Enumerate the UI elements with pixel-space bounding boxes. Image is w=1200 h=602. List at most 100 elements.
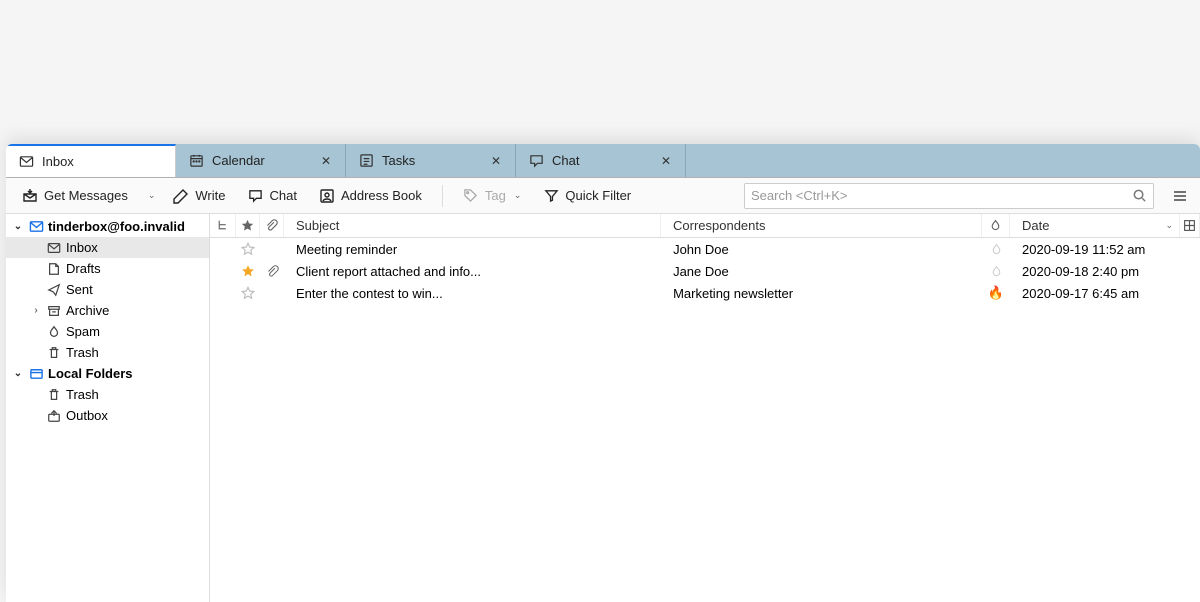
message-row[interactable]: Enter the contest to win... Marketing ne… — [210, 282, 1200, 304]
folder-outbox[interactable]: Outbox — [6, 405, 209, 426]
folder-sent[interactable]: Sent — [6, 279, 209, 300]
search-icon[interactable] — [1132, 188, 1147, 203]
close-icon[interactable]: ✕ — [659, 154, 673, 168]
message-date: 2020-09-18 2:40 pm — [1010, 264, 1180, 279]
chevron-down-icon: ⌄ — [1165, 220, 1173, 231]
col-subject-label: Subject — [296, 218, 339, 233]
message-correspondent: Jane Doe — [661, 264, 982, 279]
write-button[interactable]: Write — [165, 184, 233, 208]
col-subject[interactable]: Subject — [284, 214, 661, 237]
flame-icon — [990, 265, 1003, 278]
local-folders-icon — [28, 366, 44, 382]
star-toggle[interactable] — [236, 264, 260, 278]
message-subject: Meeting reminder — [284, 242, 661, 257]
chevron-down-icon[interactable]: ⌄ — [12, 368, 24, 379]
filter-icon — [543, 188, 559, 204]
chevron-down-icon: ⌄ — [514, 190, 522, 201]
chevron-down-icon[interactable]: ⌄ — [12, 221, 24, 232]
outbox-icon — [46, 408, 62, 424]
toolbar: Get Messages ⌄ Write Chat Address Book — [6, 178, 1200, 214]
calendar-icon — [188, 153, 204, 169]
chat-label: Chat — [269, 188, 296, 203]
address-book-icon — [319, 188, 335, 204]
get-messages-label: Get Messages — [44, 188, 128, 203]
quick-filter-button[interactable]: Quick Filter — [535, 184, 639, 208]
address-book-label: Address Book — [341, 188, 422, 203]
chat-icon — [247, 188, 263, 204]
message-date: 2020-09-17 6:45 am — [1010, 286, 1180, 301]
folder-spam[interactable]: Spam — [6, 321, 209, 342]
thread-icon — [216, 219, 229, 232]
account-row[interactable]: ⌄ Local Folders — [6, 363, 209, 384]
column-picker[interactable] — [1180, 214, 1200, 237]
list-body: Meeting reminder John Doe 2020-09-19 11:… — [210, 238, 1200, 602]
star-icon — [241, 219, 254, 232]
account-name: tinderbox@foo.invalid — [48, 219, 185, 234]
folder-tree: ⌄ tinderbox@foo.invalid Inbox Drafts — [6, 214, 210, 602]
tag-button[interactable]: Tag ⌄ — [455, 184, 530, 208]
toolbar-separator — [442, 185, 443, 207]
folder-label: Trash — [66, 345, 99, 360]
star-toggle[interactable] — [236, 242, 260, 256]
folder-label: Drafts — [66, 261, 101, 276]
folder-inbox[interactable]: Inbox — [6, 237, 209, 258]
mail-app: Inbox Calendar ✕ Tasks ✕ Chat ✕ — [6, 144, 1200, 602]
attachment-icon — [266, 265, 279, 278]
search-input[interactable] — [751, 188, 1132, 203]
folder-archive[interactable]: › Archive — [6, 300, 209, 321]
folder-drafts[interactable]: Drafts — [6, 258, 209, 279]
col-date[interactable]: Date ⌄ — [1010, 214, 1180, 237]
col-date-label: Date — [1022, 218, 1049, 233]
folder-label: Outbox — [66, 408, 108, 423]
chevron-right-icon[interactable]: › — [30, 305, 42, 316]
account-name: Local Folders — [48, 366, 133, 381]
col-correspondents[interactable]: Correspondents — [661, 214, 982, 237]
tab-tasks[interactable]: Tasks ✕ — [346, 144, 516, 177]
sent-icon — [46, 282, 62, 298]
folder-trash[interactable]: Trash — [6, 342, 209, 363]
message-row[interactable]: Client report attached and info... Jane … — [210, 260, 1200, 282]
hot-indicator — [982, 243, 1010, 256]
star-toggle[interactable] — [236, 286, 260, 300]
folder-trash[interactable]: Trash — [6, 384, 209, 405]
app-menu-button[interactable] — [1168, 184, 1192, 208]
message-correspondent: Marketing newsletter — [661, 286, 982, 301]
col-attachment[interactable] — [260, 214, 284, 237]
message-correspondent: John Doe — [661, 242, 982, 257]
pencil-icon — [173, 188, 189, 204]
col-hot[interactable] — [982, 214, 1010, 237]
star-filled-icon — [241, 264, 255, 278]
address-book-button[interactable]: Address Book — [311, 184, 430, 208]
attachment-icon — [265, 219, 278, 232]
account-row[interactable]: ⌄ tinderbox@foo.invalid — [6, 216, 209, 237]
download-mail-icon — [22, 188, 38, 204]
col-thread[interactable] — [210, 214, 236, 237]
tab-inbox[interactable]: Inbox — [6, 144, 176, 177]
flame-icon: 🔥 — [988, 285, 1004, 301]
envelope-icon — [18, 154, 34, 170]
star-outline-icon — [241, 242, 255, 256]
get-messages-button[interactable]: Get Messages — [14, 184, 136, 208]
tab-chat[interactable]: Chat ✕ — [516, 144, 686, 177]
archive-icon — [46, 303, 62, 319]
attachment-indicator — [260, 265, 284, 278]
tabs-bar: Inbox Calendar ✕ Tasks ✕ Chat ✕ — [6, 144, 1200, 178]
message-row[interactable]: Meeting reminder John Doe 2020-09-19 11:… — [210, 238, 1200, 260]
folder-label: Spam — [66, 324, 100, 339]
close-icon[interactable]: ✕ — [319, 154, 333, 168]
tab-calendar[interactable]: Calendar ✕ — [176, 144, 346, 177]
get-messages-dropdown[interactable]: ⌄ — [142, 186, 160, 205]
search-box[interactable] — [744, 183, 1154, 209]
col-star[interactable] — [236, 214, 260, 237]
col-correspondents-label: Correspondents — [673, 218, 766, 233]
folder-label: Trash — [66, 387, 99, 402]
close-icon[interactable]: ✕ — [489, 154, 503, 168]
tab-label: Chat — [552, 153, 579, 168]
flame-icon — [990, 243, 1003, 256]
chat-button[interactable]: Chat — [239, 184, 304, 208]
folder-label: Sent — [66, 282, 93, 297]
account-icon — [28, 219, 44, 235]
chat-icon — [528, 153, 544, 169]
quick-filter-label: Quick Filter — [565, 188, 631, 203]
chevron-down-icon: ⌄ — [148, 190, 156, 201]
